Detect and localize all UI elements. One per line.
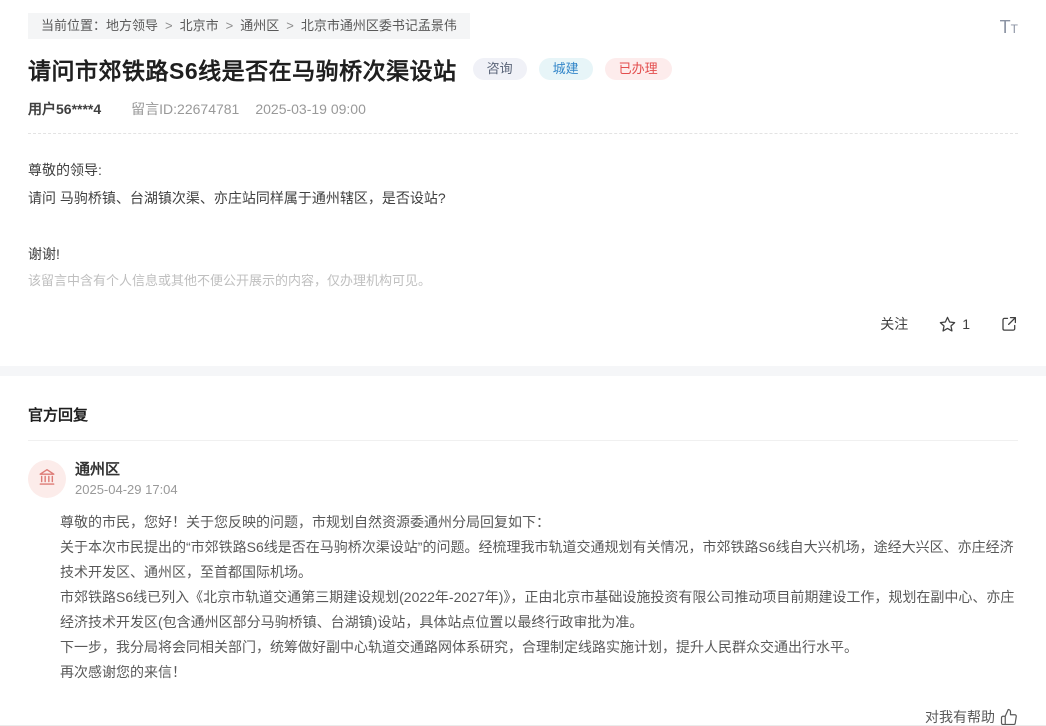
font-size-toggle-small-t: T (1011, 22, 1018, 36)
breadcrumb-item-tongzhou[interactable]: 通州区 (240, 18, 279, 34)
breadcrumb-item-secretary[interactable]: 北京市通州区委书记孟景伟 (301, 18, 457, 34)
breadcrumb-item-beijing[interactable]: 北京市 (180, 18, 219, 34)
message-body-line: 谢谢! (28, 240, 1018, 268)
font-size-toggle-big-t: T (1000, 17, 1011, 37)
tag-list: 咨询 城建 已办理 (473, 58, 672, 80)
font-size-toggle-icon[interactable]: TT (1000, 18, 1018, 37)
message-actions: 关注 1 (28, 314, 1018, 366)
message-detail-page: 当前位置： 地方领导 > 北京市 > 通州区 > 北京市通州区委书记孟景伟 TT… (0, 0, 1046, 726)
thumbs-up-icon (1000, 708, 1018, 726)
star-icon (938, 315, 957, 334)
message-body-line: 尊敬的领导: (28, 156, 1018, 184)
title-row: 请问市郊铁路S6线是否在马驹桥次渠设站 咨询 城建 已办理 (28, 52, 1018, 86)
reply-author-block: 通州区 2025-04-29 17:04 (75, 460, 178, 498)
reply-paragraph: 再次感谢您的来信！ (60, 660, 1018, 685)
star-button[interactable]: 1 (938, 315, 970, 334)
reply-paragraph: 尊敬的市民，您好！关于您反映的问题，市规划自然资源委通州分局回复如下： (60, 510, 1018, 535)
page-title: 请问市郊铁路S6线是否在马驹桥次渠设站 (28, 52, 457, 86)
message-timestamp: 2025-03-19 09:00 (255, 101, 366, 117)
reply-paragraph: 市郊铁路S6线已列入《北京市轨道交通第三期建设规划(2022年-2027年)》，… (60, 585, 1018, 635)
follow-button[interactable]: 关注 (880, 314, 908, 334)
reply-body: 尊敬的市民，您好！关于您反映的问题，市规划自然资源委通州分局回复如下： 关于本次… (60, 510, 1018, 685)
message-meta: 用户56****4 留言ID:22674781 2025-03-19 09:00 (28, 99, 1018, 134)
breadcrumb-separator: > (279, 18, 301, 34)
reply-author-row: 通州区 2025-04-29 17:04 (28, 460, 1018, 498)
follow-label: 关注 (880, 314, 908, 334)
breadcrumb-separator: > (158, 18, 180, 34)
message-body: 尊敬的领导: 请问 马驹桥镇、台湖镇次渠、亦庄站同样属于通州辖区，是否设站? 谢… (28, 156, 1018, 292)
breadcrumb-label: 当前位置： (41, 18, 106, 34)
username: 用户56****4 (28, 99, 101, 119)
privacy-note: 该留言中含有个人信息或其他不便公开展示的内容，仅办理机构可见。 (28, 270, 1018, 292)
reply-paragraph: 下一步，我分局将会同相关部门，统筹做好副中心轨道交通路网体系研究，合理制定线路实… (60, 635, 1018, 660)
reply-timestamp: 2025-04-29 17:04 (75, 482, 178, 498)
government-building-icon (37, 467, 57, 492)
reply-header-divider (28, 440, 1018, 441)
share-button[interactable] (1000, 315, 1018, 333)
helpful-row: 对我有帮助 (28, 707, 1018, 726)
message-section: 当前位置： 地方领导 > 北京市 > 通州区 > 北京市通州区委书记孟景伟 TT… (0, 0, 1046, 366)
tag-consultation: 咨询 (473, 58, 527, 80)
reply-author-name: 通州区 (75, 460, 178, 479)
breadcrumb-separator: > (219, 18, 241, 34)
breadcrumb: 当前位置： 地方领导 > 北京市 > 通州区 > 北京市通州区委书记孟景伟 (28, 13, 470, 39)
status-badge-handled: 已办理 (605, 58, 672, 80)
message-body-line: 请问 马驹桥镇、台湖镇次渠、亦庄站同样属于通州辖区，是否设站? (28, 184, 1018, 212)
helpful-button[interactable]: 对我有帮助 (925, 707, 1018, 726)
official-reply-header: 官方回复 (28, 404, 1018, 425)
message-id: 留言ID:22674781 (131, 99, 239, 119)
section-divider (0, 366, 1046, 376)
message-body-line (28, 212, 1018, 240)
reply-paragraph: 关于本次市民提出的“市郊铁路S6线是否在马驹桥次渠设站”的问题。经梳理我市轨道交… (60, 535, 1018, 585)
tag-urban-construction: 城建 (539, 58, 593, 80)
breadcrumb-item-local-leaders[interactable]: 地方领导 (106, 18, 158, 34)
topbar: 当前位置： 地方领导 > 北京市 > 通州区 > 北京市通州区委书记孟景伟 TT (28, 0, 1018, 39)
share-icon (1000, 315, 1018, 333)
official-reply-section: 官方回复 通州区 2025-04-29 17:04 尊敬的市民，您好！关于您反映… (0, 404, 1046, 726)
helpful-label: 对我有帮助 (925, 707, 995, 726)
star-count: 1 (962, 316, 970, 332)
avatar (28, 460, 66, 498)
